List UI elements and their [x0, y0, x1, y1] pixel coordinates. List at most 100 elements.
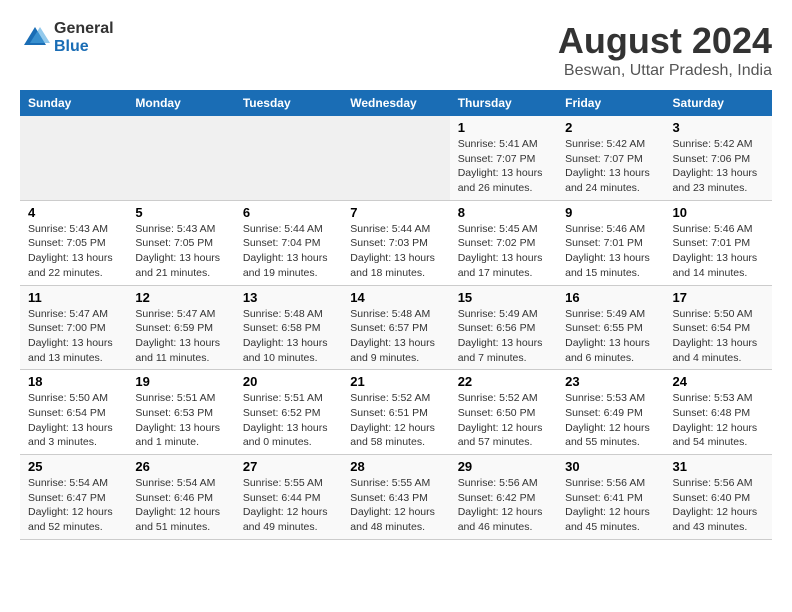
calendar-cell: 27 Sunrise: 5:55 AM Sunset: 6:44 PM Dayli…	[235, 455, 342, 540]
day-number: 20	[243, 374, 334, 389]
day-detail: Sunrise: 5:56 AM Sunset: 6:42 PM Dayligh…	[458, 476, 549, 535]
calendar-body: 1Sunrise: 5:41 AM Sunset: 7:07 PM Daylig…	[20, 116, 772, 539]
calendar-cell: 14 Sunrise: 5:48 AM Sunset: 6:57 PM Dayli…	[342, 285, 449, 370]
day-number: 13	[243, 290, 334, 305]
day-number: 6	[243, 205, 334, 220]
day-number: 5	[135, 205, 226, 220]
calendar-cell: 11 Sunrise: 5:47 AM Sunset: 7:00 PM Dayli…	[20, 285, 127, 370]
day-number: 11	[28, 290, 119, 305]
day-detail: Sunrise: 5:53 AM Sunset: 6:48 PM Dayligh…	[673, 391, 764, 450]
calendar-table: SundayMondayTuesdayWednesdayThursdayFrid…	[20, 90, 772, 540]
calendar-cell: 22 Sunrise: 5:52 AM Sunset: 6:50 PM Dayli…	[450, 370, 557, 455]
day-number: 17	[673, 290, 764, 305]
day-number: 30	[565, 459, 656, 474]
logo-text: General Blue	[54, 20, 114, 55]
calendar-cell: 26Sunrise: 5:54 AM Sunset: 6:46 PM Dayli…	[127, 455, 234, 540]
day-number: 15	[458, 290, 549, 305]
calendar-cell: 19 Sunrise: 5:51 AM Sunset: 6:53 PM Dayli…	[127, 370, 234, 455]
day-number: 24	[673, 374, 764, 389]
calendar-cell: 4 Sunrise: 5:43 AM Sunset: 7:05 PM Daylig…	[20, 200, 127, 285]
day-number: 10	[673, 205, 764, 220]
week-row-4: 18 Sunrise: 5:50 AM Sunset: 6:54 PM Dayli…	[20, 370, 772, 455]
day-number: 27	[243, 459, 334, 474]
day-detail: Sunrise: 5:48 AM Sunset: 6:57 PM Dayligh…	[350, 307, 441, 366]
day-detail: Sunrise: 5:55 AM Sunset: 6:43 PM Dayligh…	[350, 476, 441, 535]
day-number: 19	[135, 374, 226, 389]
day-detail: Sunrise: 5:51 AM Sunset: 6:53 PM Dayligh…	[135, 391, 226, 450]
calendar-cell: 23Sunrise: 5:53 AM Sunset: 6:49 PM Dayli…	[557, 370, 664, 455]
day-detail: Sunrise: 5:48 AM Sunset: 6:58 PM Dayligh…	[243, 307, 334, 366]
calendar-cell: 1Sunrise: 5:41 AM Sunset: 7:07 PM Daylig…	[450, 116, 557, 200]
calendar-cell	[342, 116, 449, 200]
calendar-cell: 9Sunrise: 5:46 AM Sunset: 7:01 PM Daylig…	[557, 200, 664, 285]
day-detail: Sunrise: 5:56 AM Sunset: 6:41 PM Dayligh…	[565, 476, 656, 535]
day-number: 29	[458, 459, 549, 474]
day-number: 8	[458, 205, 549, 220]
header-day-friday: Friday	[557, 90, 664, 116]
calendar-subtitle: Beswan, Uttar Pradesh, India	[558, 62, 772, 80]
calendar-cell	[127, 116, 234, 200]
week-row-2: 4 Sunrise: 5:43 AM Sunset: 7:05 PM Daylig…	[20, 200, 772, 285]
day-detail: Sunrise: 5:47 AM Sunset: 7:00 PM Dayligh…	[28, 307, 119, 366]
calendar-cell: 13 Sunrise: 5:48 AM Sunset: 6:58 PM Dayli…	[235, 285, 342, 370]
header-day-saturday: Saturday	[665, 90, 772, 116]
day-number: 4	[28, 205, 119, 220]
day-number: 31	[673, 459, 764, 474]
header-day-wednesday: Wednesday	[342, 90, 449, 116]
day-number: 18	[28, 374, 119, 389]
day-detail: Sunrise: 5:50 AM Sunset: 6:54 PM Dayligh…	[673, 307, 764, 366]
day-detail: Sunrise: 5:52 AM Sunset: 6:51 PM Dayligh…	[350, 391, 441, 450]
calendar-cell: 31 Sunrise: 5:56 AM Sunset: 6:40 PM Dayli…	[665, 455, 772, 540]
header: General Blue August 2024 Beswan, Uttar P…	[20, 20, 772, 80]
calendar-cell: 3 Sunrise: 5:42 AM Sunset: 7:06 PM Daylig…	[665, 116, 772, 200]
header-day-sunday: Sunday	[20, 90, 127, 116]
day-detail: Sunrise: 5:55 AM Sunset: 6:44 PM Dayligh…	[243, 476, 334, 535]
logo: General Blue	[20, 20, 114, 55]
header-row: SundayMondayTuesdayWednesdayThursdayFrid…	[20, 90, 772, 116]
day-number: 12	[135, 290, 226, 305]
day-detail: Sunrise: 5:45 AM Sunset: 7:02 PM Dayligh…	[458, 222, 549, 281]
logo-blue: Blue	[54, 38, 114, 56]
header-day-monday: Monday	[127, 90, 234, 116]
calendar-cell: 15 Sunrise: 5:49 AM Sunset: 6:56 PM Dayli…	[450, 285, 557, 370]
day-number: 22	[458, 374, 549, 389]
title-section: August 2024 Beswan, Uttar Pradesh, India	[558, 20, 772, 80]
calendar-title: August 2024	[558, 20, 772, 62]
day-detail: Sunrise: 5:44 AM Sunset: 7:03 PM Dayligh…	[350, 222, 441, 281]
calendar-cell: 25 Sunrise: 5:54 AM Sunset: 6:47 PM Dayli…	[20, 455, 127, 540]
day-detail: Sunrise: 5:49 AM Sunset: 6:55 PM Dayligh…	[565, 307, 656, 366]
day-detail: Sunrise: 5:52 AM Sunset: 6:50 PM Dayligh…	[458, 391, 549, 450]
calendar-cell: 21Sunrise: 5:52 AM Sunset: 6:51 PM Dayli…	[342, 370, 449, 455]
calendar-cell: 8 Sunrise: 5:45 AM Sunset: 7:02 PM Daylig…	[450, 200, 557, 285]
day-detail: Sunrise: 5:46 AM Sunset: 7:01 PM Dayligh…	[565, 222, 656, 281]
day-detail: Sunrise: 5:42 AM Sunset: 7:07 PM Dayligh…	[565, 137, 656, 196]
calendar-cell: 24 Sunrise: 5:53 AM Sunset: 6:48 PM Dayli…	[665, 370, 772, 455]
day-detail: Sunrise: 5:49 AM Sunset: 6:56 PM Dayligh…	[458, 307, 549, 366]
calendar-cell	[20, 116, 127, 200]
day-detail: Sunrise: 5:41 AM Sunset: 7:07 PM Dayligh…	[458, 137, 549, 196]
day-number: 3	[673, 120, 764, 135]
day-detail: Sunrise: 5:50 AM Sunset: 6:54 PM Dayligh…	[28, 391, 119, 450]
header-day-thursday: Thursday	[450, 90, 557, 116]
day-number: 14	[350, 290, 441, 305]
day-detail: Sunrise: 5:46 AM Sunset: 7:01 PM Dayligh…	[673, 222, 764, 281]
calendar-cell: 5Sunrise: 5:43 AM Sunset: 7:05 PM Daylig…	[127, 200, 234, 285]
day-number: 16	[565, 290, 656, 305]
calendar-cell: 10 Sunrise: 5:46 AM Sunset: 7:01 PM Dayli…	[665, 200, 772, 285]
day-detail: Sunrise: 5:43 AM Sunset: 7:05 PM Dayligh…	[28, 222, 119, 281]
calendar-cell: 6Sunrise: 5:44 AM Sunset: 7:04 PM Daylig…	[235, 200, 342, 285]
day-detail: Sunrise: 5:42 AM Sunset: 7:06 PM Dayligh…	[673, 137, 764, 196]
day-number: 23	[565, 374, 656, 389]
day-detail: Sunrise: 5:54 AM Sunset: 6:47 PM Dayligh…	[28, 476, 119, 535]
calendar-cell: 12Sunrise: 5:47 AM Sunset: 6:59 PM Dayli…	[127, 285, 234, 370]
calendar-cell	[235, 116, 342, 200]
calendar-cell: 2Sunrise: 5:42 AM Sunset: 7:07 PM Daylig…	[557, 116, 664, 200]
day-number: 25	[28, 459, 119, 474]
calendar-cell: 18 Sunrise: 5:50 AM Sunset: 6:54 PM Dayli…	[20, 370, 127, 455]
calendar-cell: 16 Sunrise: 5:49 AM Sunset: 6:55 PM Dayli…	[557, 285, 664, 370]
day-detail: Sunrise: 5:56 AM Sunset: 6:40 PM Dayligh…	[673, 476, 764, 535]
day-detail: Sunrise: 5:51 AM Sunset: 6:52 PM Dayligh…	[243, 391, 334, 450]
calendar-header: SundayMondayTuesdayWednesdayThursdayFrid…	[20, 90, 772, 116]
week-row-1: 1Sunrise: 5:41 AM Sunset: 7:07 PM Daylig…	[20, 116, 772, 200]
logo-general: General	[54, 20, 114, 38]
